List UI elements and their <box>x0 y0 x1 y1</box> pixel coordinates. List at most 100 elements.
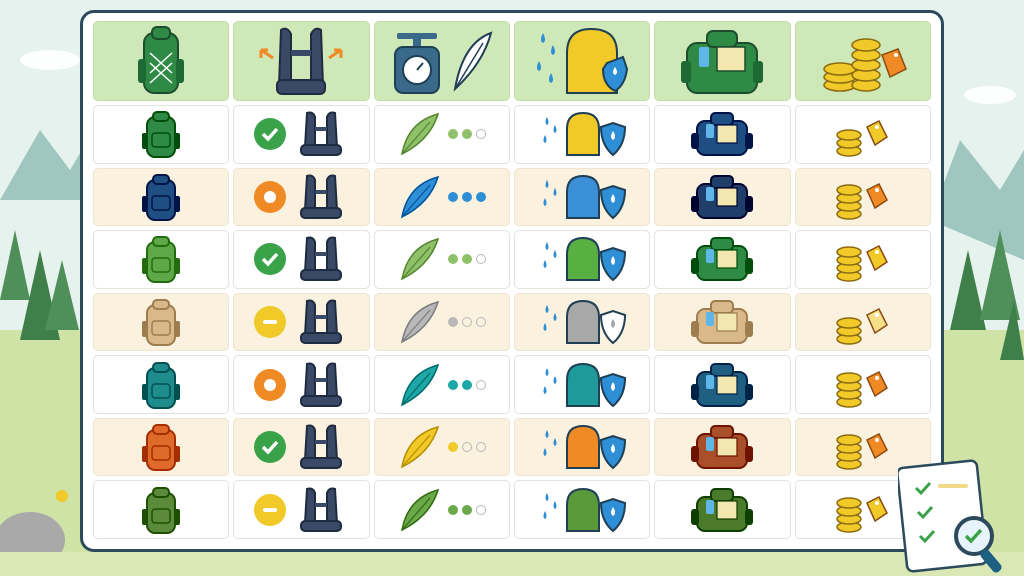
pocket-icon <box>691 487 754 532</box>
fit-status-good-icon <box>254 243 287 276</box>
rain-cover-icon <box>543 300 627 345</box>
pockets-cell <box>654 167 791 227</box>
harness-fit-cell <box>233 167 370 227</box>
coins-price-tag-icon <box>836 433 888 470</box>
rating-dot <box>447 191 458 202</box>
feather-icon <box>400 113 439 156</box>
fit-status-neutral-icon <box>254 493 287 526</box>
cost-cell <box>794 292 931 352</box>
backpack-icon <box>142 361 181 409</box>
rain-cover-cell <box>513 292 651 352</box>
feather-icon <box>400 363 439 406</box>
harness-icon <box>300 174 343 219</box>
rating-dot <box>475 254 486 265</box>
rating-dot <box>475 379 486 390</box>
backpack-row <box>93 167 931 227</box>
backpack-row <box>93 292 931 352</box>
cost-cell <box>794 105 931 164</box>
backpack-icon <box>142 299 181 347</box>
rating-dot <box>475 504 486 515</box>
rating-dot <box>461 442 472 453</box>
cost-cell <box>794 355 931 414</box>
harness-fit-cell <box>233 355 370 414</box>
rain-cover-icon <box>543 362 627 407</box>
rain-cover-icon <box>537 27 629 94</box>
rating-dot <box>447 379 458 390</box>
pockets-cell <box>654 417 791 477</box>
backpack-cell <box>93 417 230 477</box>
coins-price-tag-icon <box>836 182 888 220</box>
fit-status-good-icon <box>254 431 287 464</box>
pockets-cell <box>654 105 791 164</box>
harness-fit-cell <box>233 417 370 477</box>
weight-rating <box>447 129 486 140</box>
column-header-pockets <box>654 21 791 101</box>
backpack-row <box>93 230 931 289</box>
column-header-weight <box>373 21 510 101</box>
rain-cover-cell <box>513 480 651 540</box>
coins-price-tag-icon <box>836 495 888 533</box>
column-header-harness <box>233 21 370 101</box>
harness-fit-cell <box>233 230 370 289</box>
rating-dot <box>447 317 458 328</box>
weight-rating <box>447 191 486 202</box>
weight-rating <box>447 379 486 390</box>
rating-dot <box>475 129 486 140</box>
fit-status-good-icon <box>254 118 287 151</box>
harness-icon <box>300 299 343 345</box>
backpack-icon <box>138 26 185 94</box>
pocket-icon <box>691 300 754 345</box>
coins-price-tag-icon <box>836 120 888 158</box>
rating-dot <box>461 254 472 265</box>
rating-dot <box>475 317 486 328</box>
feather-icon <box>400 175 439 219</box>
backpack-icon <box>142 236 181 284</box>
feather-icon <box>400 300 439 344</box>
rating-dot <box>475 191 486 202</box>
feather-icon <box>400 426 439 469</box>
cost-cell <box>794 167 931 227</box>
coins-price-tag-icon <box>836 245 888 283</box>
fit-status-neutral-icon <box>254 306 287 339</box>
pocket-icon <box>681 30 764 94</box>
backpack-row <box>93 480 931 540</box>
rain-cover-icon <box>543 425 627 470</box>
column-header-cost <box>794 21 931 101</box>
backpack-cell <box>93 292 230 352</box>
weight-cell <box>373 292 510 352</box>
comparison-grid <box>93 21 931 540</box>
pockets-cell <box>654 230 791 289</box>
feather-icon <box>400 488 439 532</box>
feather-icon <box>400 238 439 281</box>
checklist-magnifier-icon <box>898 459 1002 573</box>
column-header-backpack <box>93 21 230 101</box>
pocket-icon <box>691 237 754 282</box>
rating-dot <box>475 442 486 453</box>
rain-cover-cell <box>513 167 651 227</box>
rain-cover-icon <box>543 174 627 220</box>
backpack-icon <box>142 424 181 472</box>
rain-cover-icon <box>543 237 627 282</box>
rating-dot <box>461 129 472 140</box>
pockets-cell <box>654 480 791 540</box>
backpack-cell <box>93 355 230 414</box>
weight-rating <box>447 504 486 515</box>
backpack-icon <box>142 173 181 221</box>
rain-cover-icon <box>543 487 627 533</box>
harness-icon <box>300 424 343 470</box>
weight-rating <box>447 254 486 265</box>
coins-price-tag-icon <box>823 38 907 92</box>
coins-price-tag-icon <box>836 370 888 408</box>
pocket-icon <box>691 362 754 407</box>
scale-feather-icon <box>393 31 493 94</box>
backpack-row <box>93 417 931 477</box>
cost-cell <box>794 230 931 289</box>
header-row <box>93 21 931 101</box>
backpack-cell <box>93 480 230 540</box>
harness-icon <box>300 362 343 407</box>
pocket-icon <box>691 112 754 157</box>
rain-cover-cell <box>513 355 651 414</box>
rain-cover-cell <box>513 105 651 164</box>
backpack-cell <box>93 167 230 227</box>
pockets-cell <box>654 355 791 414</box>
